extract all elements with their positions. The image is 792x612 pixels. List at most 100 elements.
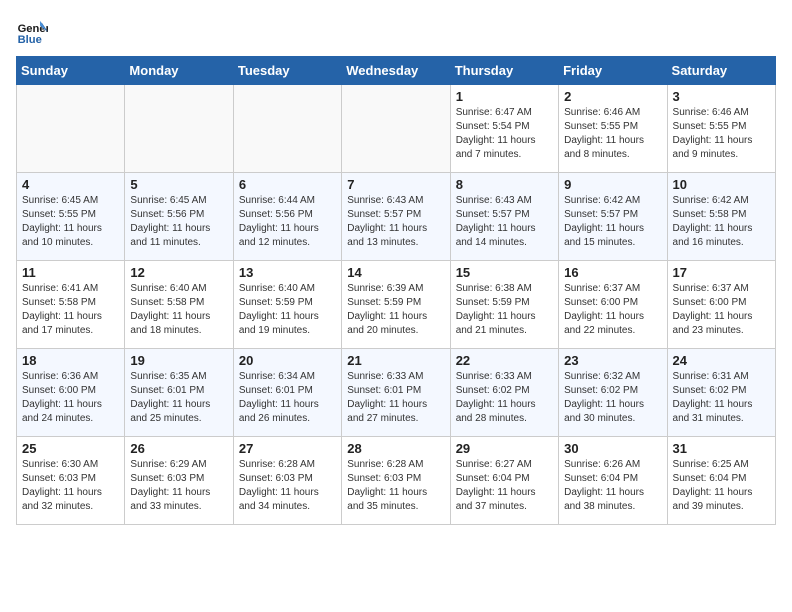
day-info: Sunrise: 6:43 AMSunset: 5:57 PMDaylight:… xyxy=(347,194,444,250)
day-number: 25 xyxy=(22,441,119,456)
calendar-cell: 28Sunrise: 6:28 AMSunset: 6:03 PMDayligh… xyxy=(342,437,450,525)
day-number: 20 xyxy=(239,353,336,368)
day-number: 29 xyxy=(456,441,553,456)
day-number: 4 xyxy=(22,177,119,192)
weekday-header: Monday xyxy=(125,57,233,85)
calendar-cell: 6 Sunrise: 6:44 AMSunset: 5:56 PMDaylight… xyxy=(233,173,341,261)
calendar-cell: 8Sunrise: 6:43 AMSunset: 5:57 PMDaylight… xyxy=(450,173,558,261)
calendar-cell: 18 Sunrise: 6:36 AMSunset: 6:00 PMDayligh… xyxy=(17,349,125,437)
day-number: 11 xyxy=(22,265,119,280)
day-number: 13 xyxy=(239,265,336,280)
calendar-cell: 4Sunrise: 6:45 AMSunset: 5:55 PMDaylight… xyxy=(17,173,125,261)
day-number: 24 xyxy=(673,353,770,368)
day-info: Sunrise: 6:47 AMSunset: 5:54 PMDaylight:… xyxy=(456,106,553,162)
day-number: 10 xyxy=(673,177,770,192)
logo: General Blue xyxy=(16,16,52,48)
calendar-cell: 19 Sunrise: 6:35 AMSunset: 6:01 PMDayligh… xyxy=(125,349,233,437)
calendar-cell: 2 Sunrise: 6:46 AMSunset: 5:55 PMDaylight… xyxy=(559,85,667,173)
day-info: Sunrise: 6:27 AMSunset: 6:04 PMDaylight:… xyxy=(456,458,553,514)
weekday-header: Saturday xyxy=(667,57,775,85)
day-number: 30 xyxy=(564,441,661,456)
calendar-cell: 15 Sunrise: 6:38 AMSunset: 5:59 PMDayligh… xyxy=(450,261,558,349)
calendar-cell: 16 Sunrise: 6:37 AMSunset: 6:00 PMDayligh… xyxy=(559,261,667,349)
calendar-cell: 5 Sunrise: 6:45 AMSunset: 5:56 PMDaylight… xyxy=(125,173,233,261)
day-info: Sunrise: 6:37 AMSunset: 6:00 PMDaylight:… xyxy=(564,282,661,338)
day-number: 26 xyxy=(130,441,227,456)
day-info: Sunrise: 6:25 AMSunset: 6:04 PMDaylight:… xyxy=(673,458,770,514)
day-info: Sunrise: 6:45 AMSunset: 5:56 PMDaylight:… xyxy=(130,194,227,250)
day-info: Sunrise: 6:44 AMSunset: 5:56 PMDaylight:… xyxy=(239,194,336,250)
calendar-cell: 14 Sunrise: 6:39 AMSunset: 5:59 PMDayligh… xyxy=(342,261,450,349)
day-info: Sunrise: 6:38 AMSunset: 5:59 PMDaylight:… xyxy=(456,282,553,338)
day-number: 16 xyxy=(564,265,661,280)
day-info: Sunrise: 6:29 AMSunset: 6:03 PMDaylight:… xyxy=(130,458,227,514)
calendar-cell: 12 Sunrise: 6:40 AMSunset: 5:58 PMDayligh… xyxy=(125,261,233,349)
day-info: Sunrise: 6:32 AMSunset: 6:02 PMDaylight:… xyxy=(564,370,661,426)
day-number: 5 xyxy=(130,177,227,192)
day-number: 1 xyxy=(456,89,553,104)
weekday-header: Sunday xyxy=(17,57,125,85)
day-number: 12 xyxy=(130,265,227,280)
day-number: 19 xyxy=(130,353,227,368)
day-info: Sunrise: 6:40 AMSunset: 5:59 PMDaylight:… xyxy=(239,282,336,338)
calendar-cell: 29 Sunrise: 6:27 AMSunset: 6:04 PMDayligh… xyxy=(450,437,558,525)
day-info: Sunrise: 6:33 AMSunset: 6:01 PMDaylight:… xyxy=(347,370,444,426)
weekday-header: Friday xyxy=(559,57,667,85)
weekday-header: Thursday xyxy=(450,57,558,85)
calendar-cell xyxy=(233,85,341,173)
calendar-cell: 23Sunrise: 6:32 AMSunset: 6:02 PMDayligh… xyxy=(559,349,667,437)
day-info: Sunrise: 6:26 AMSunset: 6:04 PMDaylight:… xyxy=(564,458,661,514)
calendar-cell: 1 Sunrise: 6:47 AMSunset: 5:54 PMDaylight… xyxy=(450,85,558,173)
day-number: 14 xyxy=(347,265,444,280)
calendar-cell: 24 Sunrise: 6:31 AMSunset: 6:02 PMDayligh… xyxy=(667,349,775,437)
day-number: 17 xyxy=(673,265,770,280)
day-number: 21 xyxy=(347,353,444,368)
calendar-cell: 17 Sunrise: 6:37 AMSunset: 6:00 PMDayligh… xyxy=(667,261,775,349)
day-info: Sunrise: 6:31 AMSunset: 6:02 PMDaylight:… xyxy=(673,370,770,426)
day-info: Sunrise: 6:41 AMSunset: 5:58 PMDaylight:… xyxy=(22,282,119,338)
calendar-cell: 22 Sunrise: 6:33 AMSunset: 6:02 PMDayligh… xyxy=(450,349,558,437)
day-info: Sunrise: 6:42 AMSunset: 5:57 PMDaylight:… xyxy=(564,194,661,250)
svg-text:General: General xyxy=(18,23,48,35)
day-info: Sunrise: 6:39 AMSunset: 5:59 PMDaylight:… xyxy=(347,282,444,338)
day-info: Sunrise: 6:42 AMSunset: 5:58 PMDaylight:… xyxy=(673,194,770,250)
calendar-cell: 26 Sunrise: 6:29 AMSunset: 6:03 PMDayligh… xyxy=(125,437,233,525)
day-info: Sunrise: 6:35 AMSunset: 6:01 PMDaylight:… xyxy=(130,370,227,426)
day-info: Sunrise: 6:30 AMSunset: 6:03 PMDaylight:… xyxy=(22,458,119,514)
day-number: 22 xyxy=(456,353,553,368)
day-number: 31 xyxy=(673,441,770,456)
calendar-cell xyxy=(125,85,233,173)
calendar-cell: 7 Sunrise: 6:43 AMSunset: 5:57 PMDaylight… xyxy=(342,173,450,261)
day-info: Sunrise: 6:28 AMSunset: 6:03 PMDaylight:… xyxy=(239,458,336,514)
calendar-cell: 31 Sunrise: 6:25 AMSunset: 6:04 PMDayligh… xyxy=(667,437,775,525)
day-number: 3 xyxy=(673,89,770,104)
svg-text:Blue: Blue xyxy=(18,34,42,46)
day-number: 15 xyxy=(456,265,553,280)
day-number: 7 xyxy=(347,177,444,192)
day-info: Sunrise: 6:46 AMSunset: 5:55 PMDaylight:… xyxy=(564,106,661,162)
day-info: Sunrise: 6:28 AMSunset: 6:03 PMDaylight:… xyxy=(347,458,444,514)
calendar-cell: 13 Sunrise: 6:40 AMSunset: 5:59 PMDayligh… xyxy=(233,261,341,349)
calendar-cell: 9 Sunrise: 6:42 AMSunset: 5:57 PMDaylight… xyxy=(559,173,667,261)
calendar-cell: 30 Sunrise: 6:26 AMSunset: 6:04 PMDayligh… xyxy=(559,437,667,525)
day-info: Sunrise: 6:40 AMSunset: 5:58 PMDaylight:… xyxy=(130,282,227,338)
day-info: Sunrise: 6:33 AMSunset: 6:02 PMDaylight:… xyxy=(456,370,553,426)
weekday-header: Wednesday xyxy=(342,57,450,85)
day-info: Sunrise: 6:36 AMSunset: 6:00 PMDaylight:… xyxy=(22,370,119,426)
day-info: Sunrise: 6:43 AMSunset: 5:57 PMDaylight:… xyxy=(456,194,553,250)
calendar-cell: 21 Sunrise: 6:33 AMSunset: 6:01 PMDayligh… xyxy=(342,349,450,437)
day-number: 9 xyxy=(564,177,661,192)
day-info: Sunrise: 6:37 AMSunset: 6:00 PMDaylight:… xyxy=(673,282,770,338)
calendar-cell xyxy=(342,85,450,173)
day-number: 27 xyxy=(239,441,336,456)
calendar-cell: 20 Sunrise: 6:34 AMSunset: 6:01 PMDayligh… xyxy=(233,349,341,437)
calendar-cell: 11 Sunrise: 6:41 AMSunset: 5:58 PMDayligh… xyxy=(17,261,125,349)
calendar-cell: 10 Sunrise: 6:42 AMSunset: 5:58 PMDayligh… xyxy=(667,173,775,261)
calendar-table: SundayMondayTuesdayWednesdayThursdayFrid… xyxy=(16,56,776,525)
day-number: 18 xyxy=(22,353,119,368)
day-number: 2 xyxy=(564,89,661,104)
day-info: Sunrise: 6:34 AMSunset: 6:01 PMDaylight:… xyxy=(239,370,336,426)
day-info: Sunrise: 6:46 AMSunset: 5:55 PMDaylight:… xyxy=(673,106,770,162)
calendar-cell xyxy=(17,85,125,173)
day-number: 6 xyxy=(239,177,336,192)
